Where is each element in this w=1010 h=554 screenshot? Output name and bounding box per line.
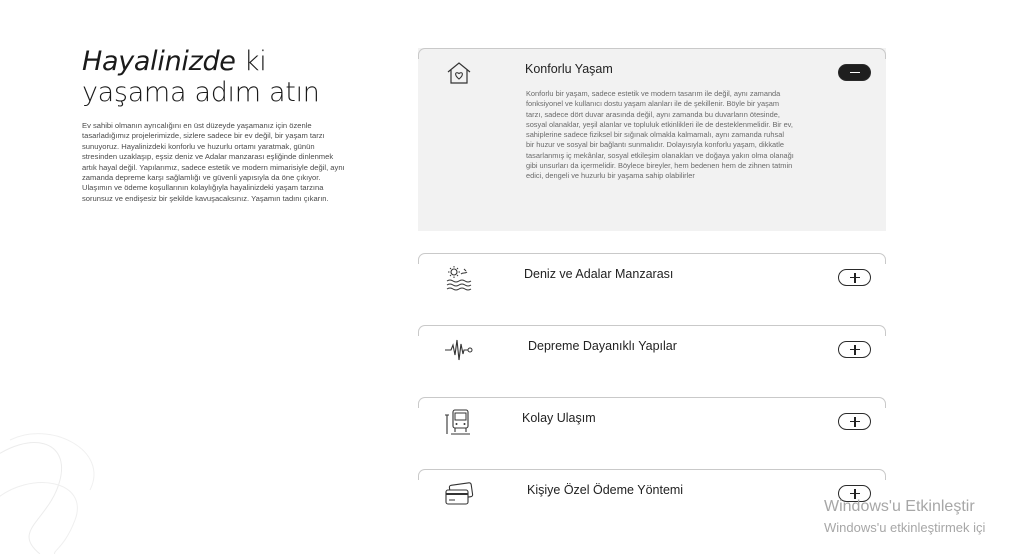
accordion-title[interactable]: Deniz ve Adalar Manzarası [524,267,673,281]
intro-section: Hayalinizde ki yaşama adım atın Ev sahib… [82,46,352,204]
collapse-button[interactable] [838,64,871,81]
expand-button[interactable] [838,413,871,430]
accordion-item-depreme-dayanikli[interactable]: Depreme Dayanıklı Yapılar [418,325,886,375]
accordion-body: Konforlu bir yaşam, sadece estetik ve mo… [526,89,794,181]
accordion-item-border [418,397,886,408]
accordion-item-odeme-yontemi[interactable]: Kişiye Özel Ödeme Yöntemi [418,469,886,519]
accordion-item-border [418,48,886,59]
watermark-line-1: Windows'u Etkinleştir [824,498,975,515]
expand-button[interactable] [838,341,871,358]
sea-view-icon [444,263,474,293]
accordion-title[interactable]: Depreme Dayanıklı Yapılar [528,339,677,353]
title-line-2: yaşama adım atın [82,77,320,108]
decorative-swirl [0,433,95,554]
seismic-wave-icon [444,335,474,365]
title-italic: Hayalinizde [82,46,236,77]
transport-icon [444,407,474,437]
title-rest: ki [235,46,267,77]
accordion-title[interactable]: Kolay Ulaşım [522,411,596,425]
accordion-item-kolay-ulasim[interactable]: Kolay Ulaşım [418,397,886,447]
windows-activation-watermark: Windows'u Etkinleştir Windows'u etkinleş… [824,497,985,536]
accordion-item-border [418,469,886,480]
accordion-item-border [418,253,886,264]
accordion-item-deniz-adalar[interactable]: Deniz ve Adalar Manzarası [418,253,886,303]
accordion-title[interactable]: Kişiye Özel Ödeme Yöntemi [527,483,683,497]
intro-description: Ev sahibi olmanın ayrıcalığını en üst dü… [82,121,345,203]
credit-card-icon [444,481,474,511]
section-title: Hayalinizde ki yaşama adım atın [82,46,352,108]
accordion-title[interactable]: Konforlu Yaşam [525,62,613,76]
home-heart-icon [444,58,474,88]
watermark-line-2: Windows'u etkinleştirmek içi [824,520,986,535]
accordion-item-konforlu-yasam[interactable]: Konforlu Yaşam Konforlu bir yaşam, sadec… [418,48,886,231]
accordion-item-border [418,325,886,336]
expand-button[interactable] [838,269,871,286]
